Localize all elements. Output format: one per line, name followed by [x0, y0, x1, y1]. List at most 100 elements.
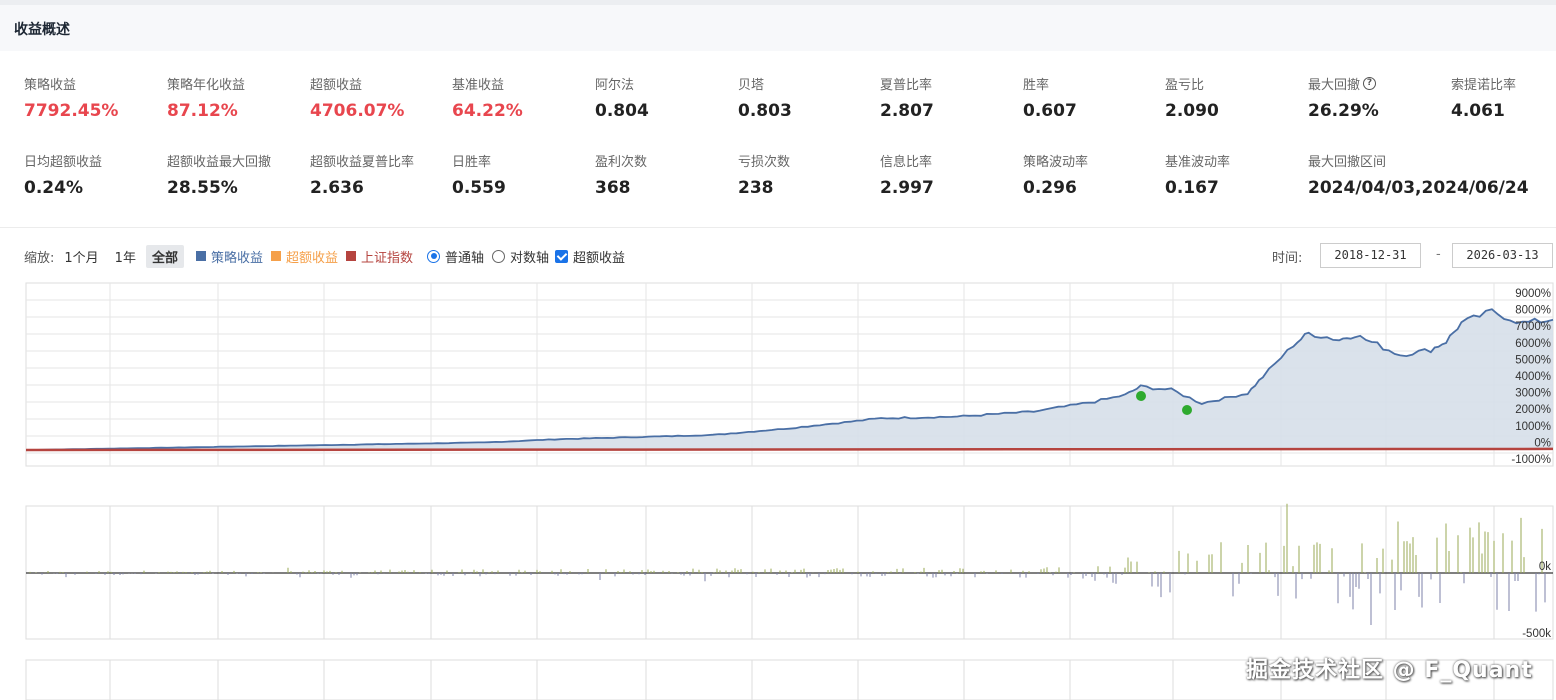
metric-label: 索提诺比率	[1451, 74, 1556, 93]
divider	[0, 227, 1556, 228]
metric-row1-5: 贝塔 0.803	[738, 74, 878, 121]
metric-row1-9: 最大回撤? 26.29%	[1308, 74, 1448, 121]
metric-row1-6: 夏普比率 2.807	[880, 74, 1020, 121]
radio-selected-icon	[427, 249, 441, 263]
metric-label: 超额收益	[310, 74, 450, 93]
metric-value: 0.804	[595, 101, 649, 121]
metric-label-text: 超额收益	[310, 78, 363, 93]
help-icon[interactable]: ?	[1363, 77, 1377, 90]
y-tick-label: -1000%	[1511, 454, 1551, 466]
zoom-all-button[interactable]: 全部	[145, 244, 184, 268]
bar-y-tick-label: -500k	[1522, 628, 1551, 640]
metric-row2-6: 信息比率 2.997	[880, 151, 1020, 198]
time-label: 时间:	[1272, 251, 1303, 266]
metric-value: 2.090	[1165, 101, 1219, 121]
excess-return-checkbox[interactable]: 超额收益	[555, 247, 625, 266]
metric-value: 0.296	[1023, 178, 1077, 198]
bar-y-tick-label: 0k	[1539, 561, 1551, 573]
legend-strategy[interactable]: 策略收益	[195, 247, 263, 266]
strategy-area	[25, 308, 1554, 452]
metric-label-text: 策略收益	[24, 78, 77, 93]
y-tick-label: 6000%	[1515, 338, 1551, 350]
metric-label: 最大回撤区间	[1308, 151, 1448, 170]
metric-label: 基准收益	[452, 74, 592, 93]
metric-label: 最大回撤?	[1308, 74, 1448, 93]
metric-label: 夏普比率	[880, 74, 1020, 93]
metric-label: 盈利次数	[595, 151, 735, 170]
zoom-label: 缩放:	[24, 250, 55, 266]
watermark: 掘金技术社区 @ F_Quant	[1246, 658, 1533, 683]
metric-label-text: 日均超额收益	[24, 155, 103, 170]
metric-label-text: 超额收益夏普比率	[310, 155, 415, 170]
zoom-1month-button[interactable]: 1个月	[58, 244, 105, 268]
metric-value: 2024/04/03,2024/06/24	[1308, 178, 1529, 198]
metric-label-text: 最大回撤	[1308, 78, 1361, 93]
metric-value: 64.22%	[452, 101, 523, 121]
metric-row2-5: 亏损次数 238	[738, 151, 878, 198]
metric-label: 阿尔法	[595, 74, 735, 93]
section-title: 收益概述	[14, 22, 70, 38]
legend-label-excess: 超额收益	[285, 250, 338, 266]
benchmark-line	[25, 447, 1554, 452]
metric-label-text: 基准收益	[452, 78, 505, 93]
metric-label-text: 策略年化收益	[167, 78, 246, 93]
metric-value: 0.24%	[24, 178, 83, 198]
legend-label-strategy: 策略收益	[210, 250, 263, 266]
zoom-1year-button[interactable]: 1年	[108, 244, 142, 268]
metric-label: 策略收益	[24, 74, 164, 93]
metric-value: 7792.45%	[24, 101, 119, 121]
log-axis-radio[interactable]: 对数轴	[492, 247, 549, 266]
metric-row1-3: 基准收益 64.22%	[452, 74, 592, 121]
metric-label-text: 盈亏比	[1165, 78, 1205, 93]
main-chart-border	[25, 282, 1554, 467]
metric-row2-3: 日胜率 0.559	[452, 151, 592, 198]
metric-value: 28.55%	[167, 178, 238, 198]
chart-toolbar: 缩放: 1个月 1年 全部 策略收益 超额收益 上证指数 普通轴 对数轴 超额收…	[24, 244, 625, 268]
metric-row1-8: 盈亏比 2.090	[1165, 74, 1305, 121]
y-tick-label: 5000%	[1515, 354, 1551, 366]
metric-label: 贝塔	[738, 74, 878, 93]
legend-swatch-benchmark	[346, 251, 356, 261]
metric-value: 0.559	[452, 178, 506, 198]
metric-row1-0: 策略收益 7792.45%	[24, 74, 164, 121]
metric-value: 0.167	[1165, 178, 1219, 198]
metric-label: 亏损次数	[738, 151, 878, 170]
metric-row1-1: 策略年化收益 87.12%	[167, 74, 307, 121]
main-chart-grid	[25, 282, 1554, 467]
metric-value: 87.12%	[167, 101, 238, 121]
y-tick-label: 4000%	[1515, 371, 1551, 383]
metric-label: 信息比率	[880, 151, 1020, 170]
metric-label-text: 日胜率	[452, 155, 492, 170]
metric-value: 2.636	[310, 178, 364, 198]
metric-value: 2.807	[880, 101, 934, 121]
metric-label: 基准波动率	[1165, 151, 1305, 170]
metric-row1-4: 阿尔法 0.804	[595, 74, 735, 121]
metric-row2-0: 日均超额收益 0.24%	[24, 151, 164, 198]
checkbox-checked-icon	[555, 249, 569, 263]
metric-label-text: 阿尔法	[595, 78, 635, 93]
legend-excess[interactable]: 超额收益	[270, 247, 338, 266]
normal-axis-radio[interactable]: 普通轴	[427, 247, 484, 266]
metric-value: 0.607	[1023, 101, 1077, 121]
daily-bars	[29, 503, 1546, 625]
start-date-input[interactable]: 2018-12-31	[1320, 243, 1421, 268]
metric-label-text: 贝塔	[738, 78, 765, 93]
metric-row1-7: 胜率 0.607	[1023, 74, 1163, 121]
y-tick-label: 7000%	[1515, 321, 1551, 333]
metric-row2-7: 策略波动率 0.296	[1023, 151, 1163, 198]
metric-label-text: 盈利次数	[595, 155, 648, 170]
section-header: 收益概述	[0, 5, 1556, 51]
metric-value: 238	[738, 178, 774, 198]
metric-value: 2.997	[880, 178, 934, 198]
strategy-line	[25, 308, 1554, 451]
metric-label: 日均超额收益	[24, 151, 164, 170]
strategy-area-fill	[26, 309, 1553, 450]
y-tick-label: 3000%	[1515, 388, 1551, 400]
metric-row1-2: 超额收益 4706.07%	[310, 74, 450, 121]
legend-swatch-excess	[270, 251, 281, 261]
legend-benchmark[interactable]: 上证指数	[346, 247, 413, 266]
metric-label-text: 胜率	[1023, 78, 1050, 93]
metric-value: 26.29%	[1308, 101, 1379, 121]
metric-label: 胜率	[1023, 74, 1163, 93]
end-date-input[interactable]: 2026-03-13	[1452, 243, 1553, 268]
